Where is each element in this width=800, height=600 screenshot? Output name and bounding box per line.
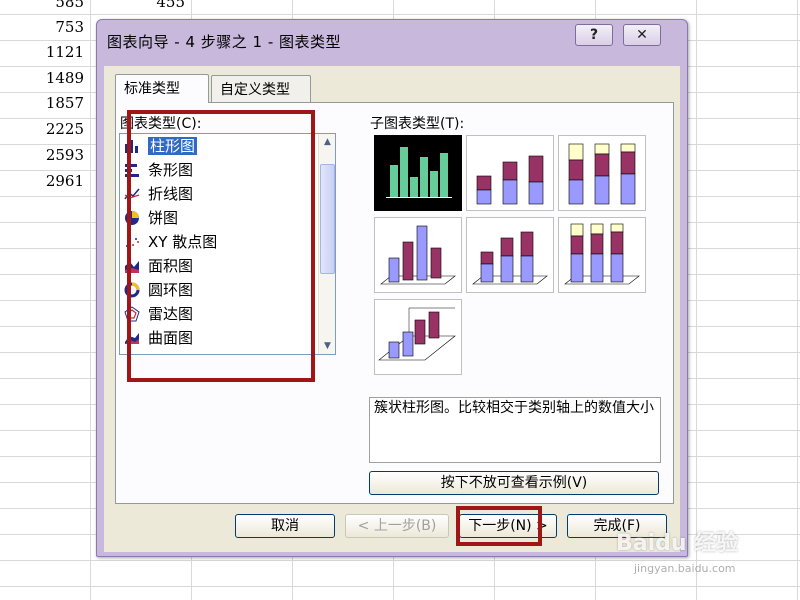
subtype-100-stacked-column[interactable]	[558, 135, 646, 211]
list-item-label: 雷达图	[148, 305, 194, 323]
list-item-label: 面积图	[148, 257, 194, 275]
subtype-3d-clustered-column[interactable]	[374, 217, 462, 293]
scroll-down-icon[interactable]: ▼	[319, 338, 336, 354]
list-item-label: XY 散点图	[148, 233, 218, 251]
pie-chart-icon	[124, 209, 140, 225]
3d-percent-stacked-column-icon	[564, 223, 640, 285]
cell[interactable]: 2593	[0, 142, 90, 168]
list-item-label: 柱形图	[148, 137, 198, 155]
subtype-label: 子图表类型(T):	[370, 116, 465, 132]
bar-chart-icon	[124, 161, 140, 177]
radar-chart-icon	[124, 305, 140, 322]
clustered-column-icon	[386, 147, 452, 198]
3d-stacked-column-icon	[472, 231, 548, 285]
tab-custom-types[interactable]: 自定义类型	[211, 75, 311, 102]
cell[interactable]: 2961	[0, 168, 90, 194]
list-item-label: 饼图	[148, 209, 179, 227]
cell[interactable]: 455	[91, 0, 191, 15]
cancel-button[interactable]: 取消	[235, 514, 335, 538]
dialog-titlebar[interactable]: 图表向导 - 4 步骤之 1 - 图表类型 ? ✕	[97, 20, 687, 62]
scroll-up-icon[interactable]: ▲	[319, 134, 336, 150]
chart-description: 簇状柱形图。比较相交于类别轴上的数值大小	[369, 397, 661, 463]
3d-column-icon	[378, 307, 456, 361]
baidu-watermark-url: jingyan.baidu.com	[634, 562, 736, 575]
dialog-title: 图表向导 - 4 步骤之 1 - 图表类型	[107, 33, 342, 51]
baidu-watermark-logo: Baidu 经验	[616, 531, 739, 556]
next-button[interactable]: 下一步(N) >	[459, 514, 557, 538]
cell[interactable]: 585	[0, 0, 90, 15]
list-item[interactable]: 饼图	[122, 206, 326, 230]
list-item[interactable]: 曲面图	[122, 326, 326, 350]
dialog-body: 标准类型 自定义类型 图表类型(C): 柱形图 条形图 折线图 饼图 XY 散点…	[104, 66, 680, 552]
surface-chart-icon	[124, 329, 140, 345]
close-button[interactable]: ✕	[623, 24, 661, 46]
column-divider	[797, 0, 798, 600]
tab-panel: 图表类型(C): 柱形图 条形图 折线图 饼图 XY 散点图 面积图 圆环图 雷…	[115, 102, 674, 504]
cell[interactable]: 1489	[0, 65, 90, 91]
scroll-thumb[interactable]	[320, 164, 335, 274]
scatter-chart-icon	[124, 233, 140, 249]
list-item[interactable]: 折线图	[122, 182, 326, 206]
3d-clustered-column-icon	[380, 225, 456, 285]
percent-stacked-column-icon	[568, 143, 636, 205]
list-item-label: 圆环图	[148, 281, 194, 299]
chart-wizard-dialog: 图表向导 - 4 步骤之 1 - 图表类型 ? ✕ 标准类型 自定义类型 图表类…	[96, 19, 688, 557]
subtype-3d-column[interactable]	[374, 299, 462, 375]
column-divider	[90, 0, 91, 600]
subtype-stacked-column[interactable]	[466, 135, 554, 211]
line-chart-icon	[124, 185, 140, 201]
list-item-label: 折线图	[148, 185, 194, 203]
subtype-clustered-column[interactable]	[374, 135, 462, 211]
cell[interactable]: 1121	[0, 39, 90, 65]
cell[interactable]: 2225	[0, 116, 90, 142]
back-button[interactable]: < 上一步(B)	[345, 514, 449, 538]
cell[interactable]: 1857	[0, 90, 90, 116]
list-item[interactable]: 圆环图	[122, 278, 326, 302]
list-item[interactable]: XY 散点图	[122, 230, 326, 254]
preview-example-button[interactable]: 按下不放可查看示例(V)	[369, 471, 659, 495]
list-item-label: 曲面图	[148, 329, 194, 347]
tab-standard-types[interactable]: 标准类型	[115, 74, 209, 103]
column-chart-icon	[124, 137, 140, 153]
subtype-3d-stacked-column[interactable]	[466, 217, 554, 293]
list-item-label: 条形图	[148, 161, 194, 179]
chart-type-label: 图表类型(C):	[120, 116, 202, 132]
list-scrollbar[interactable]: ▲ ▼	[318, 134, 335, 354]
list-item[interactable]: 柱形图	[122, 134, 326, 158]
chart-type-list[interactable]: 柱形图 条形图 折线图 饼图 XY 散点图 面积图 圆环图 雷达图 曲面图 ▲ …	[119, 133, 336, 355]
subtype-3d-100-stacked-column[interactable]	[558, 217, 646, 293]
stacked-column-icon	[476, 155, 544, 205]
help-button[interactable]: ?	[575, 24, 613, 46]
list-item[interactable]: 条形图	[122, 158, 326, 182]
area-chart-icon	[124, 257, 140, 273]
list-item[interactable]: 面积图	[122, 254, 326, 278]
cell[interactable]: 753	[0, 14, 90, 40]
list-item[interactable]: 雷达图	[122, 302, 326, 326]
doughnut-chart-icon	[124, 281, 140, 298]
column-divider	[696, 0, 697, 600]
